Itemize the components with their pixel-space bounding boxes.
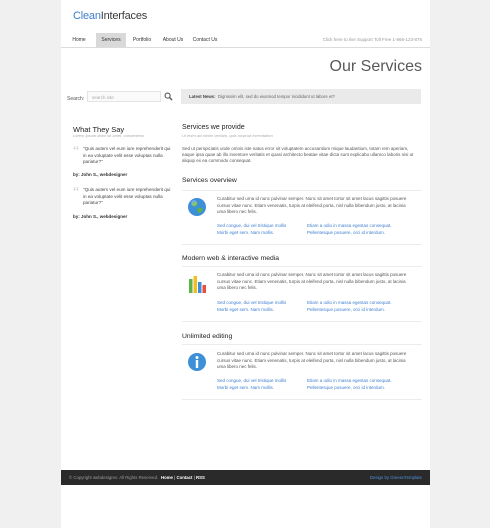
sidebar-subtitle: Lorem ipsum dolor sit amet, consectetur xyxy=(73,133,145,138)
divider xyxy=(182,321,422,322)
section-title: Services overview xyxy=(182,177,237,184)
section-link[interactable]: Sed congue, dui vel tristique mollis xyxy=(217,300,313,307)
section-text: Curabitur sed urna id nunc pulvinar semp… xyxy=(217,196,407,215)
logo-part-interfaces: Interfaces xyxy=(100,10,148,22)
section-link[interactable]: Sed congue, dui vel tristique mollis xyxy=(217,223,313,230)
globe-icon xyxy=(188,198,206,216)
search-label: Search: xyxy=(67,96,85,102)
section-link[interactable]: Pellentesque posuere, orci id interdum. xyxy=(307,307,403,314)
main-nav: Home Services Portfolio About Us Contact… xyxy=(61,33,430,48)
footer-copyright: © Copyright webdesigner. All Rights Rese… xyxy=(69,475,159,480)
footer-link-rss[interactable]: RSS xyxy=(196,475,205,480)
logo[interactable]: CleanInterfaces xyxy=(73,10,147,22)
testimonial-text: "Quis autem vel eum iure reprehenderit q… xyxy=(83,146,171,165)
bar-chart-icon xyxy=(189,276,206,293)
quote-mark-icon: “ xyxy=(73,144,80,159)
nav-contact[interactable]: Contact Us xyxy=(190,33,220,47)
section-link[interactable]: Morbi eget sem. Nam mollis. xyxy=(217,385,313,392)
section-title: Modern web & interactive media xyxy=(182,255,280,262)
logo-part-clean: Clean xyxy=(73,10,101,22)
divider xyxy=(182,244,422,245)
page-title: Our Services xyxy=(329,58,422,75)
page: CleanInterfaces Home Services Portfolio … xyxy=(61,0,430,528)
main-intro: Sed ut perspiciatis unde omnis iste natu… xyxy=(182,146,414,164)
footer: © Copyright webdesigner. All Rights Rese… xyxy=(61,470,430,485)
support-link[interactable]: Click here to live Support Toll Free 1-8… xyxy=(323,33,422,47)
nav-about[interactable]: About Us xyxy=(160,33,186,47)
nav-portfolio[interactable]: Portfolio xyxy=(129,33,155,47)
section-text: Curabitur sed urna id nunc pulvinar semp… xyxy=(217,272,407,291)
section-link[interactable]: Morbi eget sem. Nam mollis. xyxy=(217,307,313,314)
section-link[interactable]: Etiam a odio in massa egestas consequat. xyxy=(307,223,403,230)
testimonial-text: "Quis autem vel eum iure reprehenderit q… xyxy=(83,187,171,206)
section-link[interactable]: Etiam a odio in massa egestas consequat. xyxy=(307,300,403,307)
testimonial-author: by: John S., webdesigner xyxy=(73,214,128,219)
section-link[interactable]: Sed congue, dui vel tristique mollis xyxy=(217,378,313,385)
search-icon[interactable] xyxy=(164,92,173,101)
divider xyxy=(182,266,422,267)
divider xyxy=(182,399,422,400)
section-link[interactable]: Morbi eget sem. Nam mollis. xyxy=(217,230,313,237)
nav-home[interactable]: Home xyxy=(66,33,92,47)
news-label: Latest News: xyxy=(189,94,216,99)
main-subtitle: Ut enim ad minim veniam, quis nostrud ex… xyxy=(182,133,273,138)
section-text: Curabitur sed urna id nunc pulvinar semp… xyxy=(217,351,407,370)
footer-credit[interactable]: Design by GreeenTemplate xyxy=(370,470,422,485)
search-input[interactable]: search site xyxy=(87,91,161,102)
section-link[interactable]: Pellentesque posuere, orci id interdum. xyxy=(307,230,403,237)
nav-services[interactable]: Services xyxy=(96,33,126,47)
main-title: Services we provide xyxy=(182,124,245,131)
footer-link-home[interactable]: Home xyxy=(161,475,173,480)
footer-link-contact[interactable]: Contact xyxy=(176,475,192,480)
divider xyxy=(182,344,422,345)
divider xyxy=(182,190,422,191)
section-link[interactable]: Pellentesque posuere, orci id interdum. xyxy=(307,385,403,392)
section-link[interactable]: Etiam a odio in massa egestas consequat. xyxy=(307,378,403,385)
quote-mark-icon: “ xyxy=(73,185,80,200)
news-bar: Latest News: Dignissim elit, sed do eius… xyxy=(181,89,421,104)
news-text[interactable]: Dignissim elit, sed do eiusmod tempor in… xyxy=(218,94,335,99)
footer-links: Home | Contact | RSS xyxy=(161,475,205,480)
info-icon xyxy=(188,353,206,371)
section-title: Unlimited editing xyxy=(182,333,233,340)
testimonial-author: by: John S., webdesigner xyxy=(73,172,128,177)
